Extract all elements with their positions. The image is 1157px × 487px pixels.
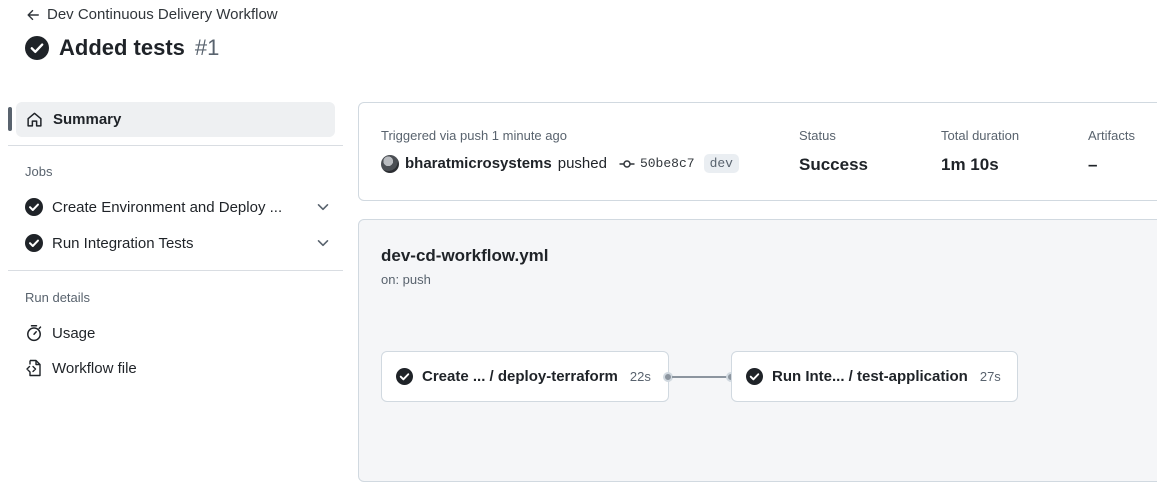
sidebar-job-run-integration-tests[interactable]: Run Integration Tests bbox=[25, 234, 330, 252]
back-link-label: Dev Continuous Delivery Workflow bbox=[47, 6, 278, 23]
commit-sha: 50be8c7 bbox=[639, 156, 695, 171]
commit-link[interactable]: 50be8c7 bbox=[619, 156, 695, 171]
status-label: Status bbox=[799, 128, 836, 143]
git-commit-icon bbox=[619, 159, 635, 168]
arrow-left-icon bbox=[27, 9, 39, 20]
sidebar-item-label: Summary bbox=[53, 111, 122, 128]
check-circle-icon bbox=[396, 368, 413, 385]
sidebar-item-usage[interactable]: Usage bbox=[25, 324, 95, 342]
job-label: Create Environment and Deploy ... bbox=[52, 198, 283, 216]
run-details-heading: Run details bbox=[25, 290, 91, 305]
duration-label: Total duration bbox=[941, 128, 1020, 143]
check-circle-icon bbox=[25, 36, 49, 60]
workflow-trigger: on: push bbox=[381, 272, 431, 287]
run-info-card: Triggered via push 1 minute ago bharatmi… bbox=[358, 102, 1157, 201]
sidebar-divider bbox=[8, 145, 343, 146]
node-connector bbox=[672, 376, 731, 378]
workflow-graph-card: dev-cd-workflow.yml on: push Create ... … bbox=[358, 219, 1157, 482]
duration-value: 1m 10s bbox=[941, 155, 999, 174]
check-circle-icon bbox=[25, 198, 43, 216]
sidebar-item-label: Usage bbox=[52, 324, 96, 342]
job-node-duration: 22s bbox=[629, 369, 651, 384]
trigger-text: Triggered via push 1 minute ago bbox=[381, 128, 567, 143]
stopwatch-icon bbox=[27, 325, 42, 342]
job-node-test-application[interactable]: Run Inte... / test-application 27s bbox=[731, 351, 1018, 402]
sidebar-job-create-environment[interactable]: Create Environment and Deploy ... bbox=[25, 198, 330, 216]
job-node-name: Create ... / deploy-terraform bbox=[422, 368, 618, 385]
chevron-down-icon[interactable] bbox=[316, 236, 330, 250]
job-node-deploy-terraform[interactable]: Create ... / deploy-terraform 22s bbox=[381, 351, 669, 402]
check-circle-icon bbox=[25, 234, 43, 252]
back-link[interactable]: Dev Continuous Delivery Workflow bbox=[26, 6, 278, 23]
sidebar-divider bbox=[8, 270, 343, 271]
file-code-icon bbox=[26, 359, 41, 377]
workflow-file-name: dev-cd-workflow.yml bbox=[381, 246, 549, 265]
sidebar-item-summary[interactable]: Summary bbox=[16, 102, 335, 137]
artifacts-label: Artifacts bbox=[1088, 128, 1135, 143]
home-icon bbox=[27, 112, 42, 127]
page-title: Added tests #1 bbox=[25, 35, 219, 61]
job-node-name: Run Inte... / test-application bbox=[772, 368, 968, 385]
active-indicator bbox=[8, 107, 12, 131]
status-value: Success bbox=[799, 155, 868, 174]
sidebar-item-label: Workflow file bbox=[52, 359, 137, 377]
sidebar-item-workflow-file[interactable]: Workflow file bbox=[25, 359, 137, 377]
artifacts-value: – bbox=[1088, 155, 1098, 174]
avatar[interactable] bbox=[381, 154, 399, 173]
actor-link[interactable]: bharatmicrosystems bbox=[405, 155, 552, 172]
trigger-row: bharatmicrosystems pushed 50be8c7 dev bbox=[381, 154, 739, 173]
job-node-duration: 27s bbox=[979, 369, 1001, 384]
run-number: #1 bbox=[194, 35, 220, 60]
jobs-heading: Jobs bbox=[25, 164, 53, 179]
run-title: Added tests bbox=[59, 35, 185, 60]
trigger-action: pushed bbox=[557, 155, 607, 172]
chevron-down-icon[interactable] bbox=[316, 200, 330, 214]
job-label: Run Integration Tests bbox=[52, 234, 194, 252]
branch-badge[interactable]: dev bbox=[703, 154, 739, 173]
check-circle-icon bbox=[746, 368, 763, 385]
